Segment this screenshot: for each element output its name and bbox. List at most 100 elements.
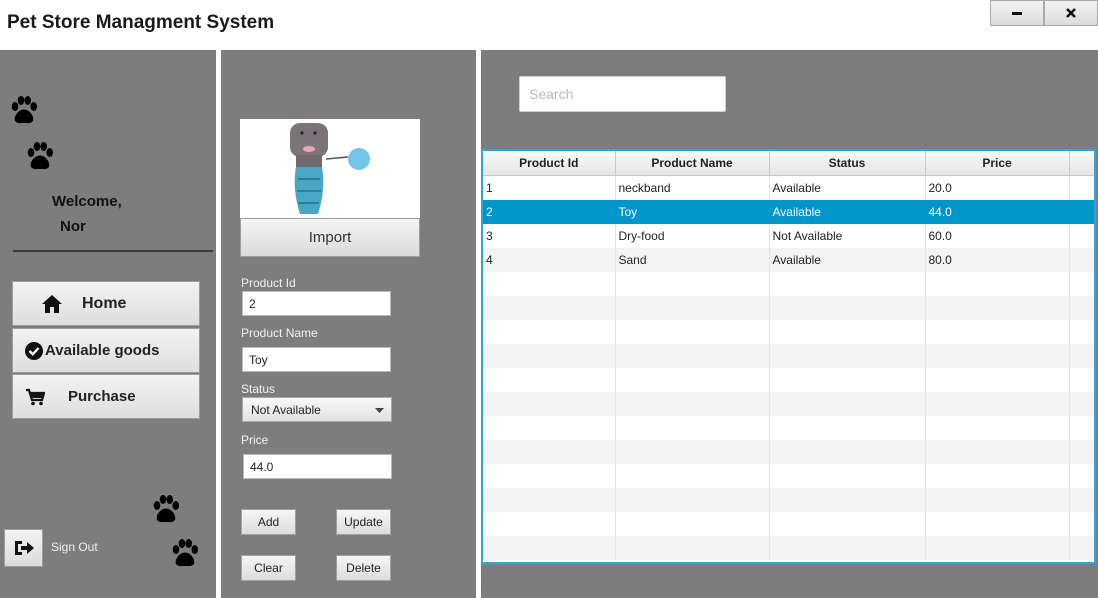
table-cell: 44.0	[925, 200, 1070, 224]
table-row[interactable]	[483, 536, 1094, 560]
table-row[interactable]	[483, 272, 1094, 296]
product-id-field[interactable]: 2	[242, 291, 391, 316]
home-icon	[38, 294, 66, 314]
table-cell	[1069, 416, 1094, 440]
table-cell	[615, 416, 770, 440]
table-cell	[1069, 392, 1094, 416]
table-row[interactable]: 4 Sand Available 80.0	[483, 248, 1094, 272]
table-cell	[483, 488, 616, 512]
sign-out-button[interactable]	[4, 529, 43, 567]
table-cell	[1069, 296, 1094, 320]
status-select[interactable]: Not Available	[242, 397, 392, 422]
paw-icon	[27, 142, 54, 170]
column-header[interactable]: Status	[769, 151, 926, 176]
nav-purchase-label: Purchase	[68, 388, 136, 405]
import-button[interactable]: Import	[240, 218, 420, 257]
update-button[interactable]: Update	[336, 509, 391, 535]
table-cell: Available	[769, 248, 926, 272]
table-cell	[925, 296, 1070, 320]
status-label: Status	[241, 382, 276, 396]
price-label: Price	[241, 433, 269, 447]
welcome-text: Welcome,	[52, 193, 122, 210]
table-cell	[1069, 200, 1094, 224]
table-cell	[925, 344, 1070, 368]
table-row[interactable]	[483, 296, 1094, 320]
search-input[interactable]	[519, 76, 726, 112]
nav-home-button[interactable]: Home	[12, 281, 200, 326]
nav-available-goods-button[interactable]: Available goods	[12, 328, 200, 373]
table-cell	[1069, 248, 1094, 272]
table-cell	[483, 296, 616, 320]
table-row[interactable]	[483, 392, 1094, 416]
table-cell	[769, 392, 926, 416]
table-row[interactable]	[483, 416, 1094, 440]
product-name-label: Product Name	[241, 326, 318, 340]
paw-icon	[172, 539, 199, 567]
table-row[interactable]	[483, 320, 1094, 344]
table-cell	[483, 440, 616, 464]
chevron-down-icon	[375, 408, 384, 413]
table-cell	[769, 464, 926, 488]
table-cell	[615, 392, 770, 416]
table-cell	[1069, 440, 1094, 464]
table-cell	[925, 512, 1070, 536]
cart-icon	[24, 388, 46, 406]
table-cell	[1069, 368, 1094, 392]
table-row[interactable]: 3 Dry-food Not Available 60.0	[483, 224, 1094, 248]
price-field[interactable]: 44.0	[243, 454, 392, 479]
status-select-value: Not Available	[251, 402, 321, 417]
table-row[interactable]: 1 neckband Available 20.0	[483, 175, 1094, 200]
table-cell	[615, 272, 770, 296]
table-cell	[615, 320, 770, 344]
table-row[interactable]	[483, 344, 1094, 368]
table-cell	[769, 368, 926, 392]
table-cell	[769, 440, 926, 464]
table-cell: 3	[483, 224, 616, 248]
add-button[interactable]: Add	[241, 509, 296, 535]
table-cell: Dry-food	[615, 224, 770, 248]
table-cell	[1069, 224, 1094, 248]
table-cell: 80.0	[925, 248, 1070, 272]
table-cell	[483, 416, 616, 440]
delete-button[interactable]: Delete	[336, 555, 391, 581]
product-name-field[interactable]: Toy	[242, 347, 391, 372]
table-cell	[483, 392, 616, 416]
table-row[interactable]	[483, 368, 1094, 392]
table-cell	[615, 440, 770, 464]
clear-button[interactable]: Clear	[241, 555, 296, 581]
table-row[interactable]	[483, 512, 1094, 536]
table-cell: 4	[483, 248, 616, 272]
table-cell	[615, 464, 770, 488]
products-table[interactable]: Product Id Product Name Status Price 1 ne…	[481, 149, 1096, 564]
table-row[interactable]	[483, 440, 1094, 464]
minimize-icon	[1012, 12, 1022, 15]
table-row[interactable]	[483, 488, 1094, 512]
app-title: Pet Store Managment System	[7, 12, 275, 33]
table-cell	[925, 320, 1070, 344]
user-name: Nor	[60, 218, 86, 235]
column-header[interactable]: Product Name	[615, 151, 770, 176]
table-cell	[769, 416, 926, 440]
nav-home-label: Home	[82, 294, 127, 312]
table-cell	[769, 512, 926, 536]
table-cell	[483, 512, 616, 536]
table-row[interactable]: 2 Toy Available 44.0	[483, 200, 1094, 224]
sign-out-label[interactable]: Sign Out	[51, 540, 98, 554]
table-cell	[769, 344, 926, 368]
table-row[interactable]	[483, 464, 1094, 488]
table-cell	[615, 344, 770, 368]
table-cell	[925, 272, 1070, 296]
nav-available-goods-label: Available goods	[45, 342, 160, 359]
minimize-button[interactable]	[990, 0, 1044, 26]
table-cell	[1069, 536, 1094, 560]
divider	[13, 250, 213, 252]
column-header[interactable]: Price	[925, 151, 1070, 176]
table-header-row: Product Id Product Name Status Price	[483, 151, 1094, 176]
column-header[interactable]: Product Id	[483, 151, 616, 176]
column-header-filler	[1069, 151, 1094, 176]
nav-purchase-button[interactable]: Purchase	[12, 374, 200, 419]
table-cell: Toy	[615, 200, 770, 224]
close-button[interactable]	[1044, 0, 1098, 26]
table-cell: Not Available	[769, 224, 926, 248]
table-cell	[769, 536, 926, 560]
